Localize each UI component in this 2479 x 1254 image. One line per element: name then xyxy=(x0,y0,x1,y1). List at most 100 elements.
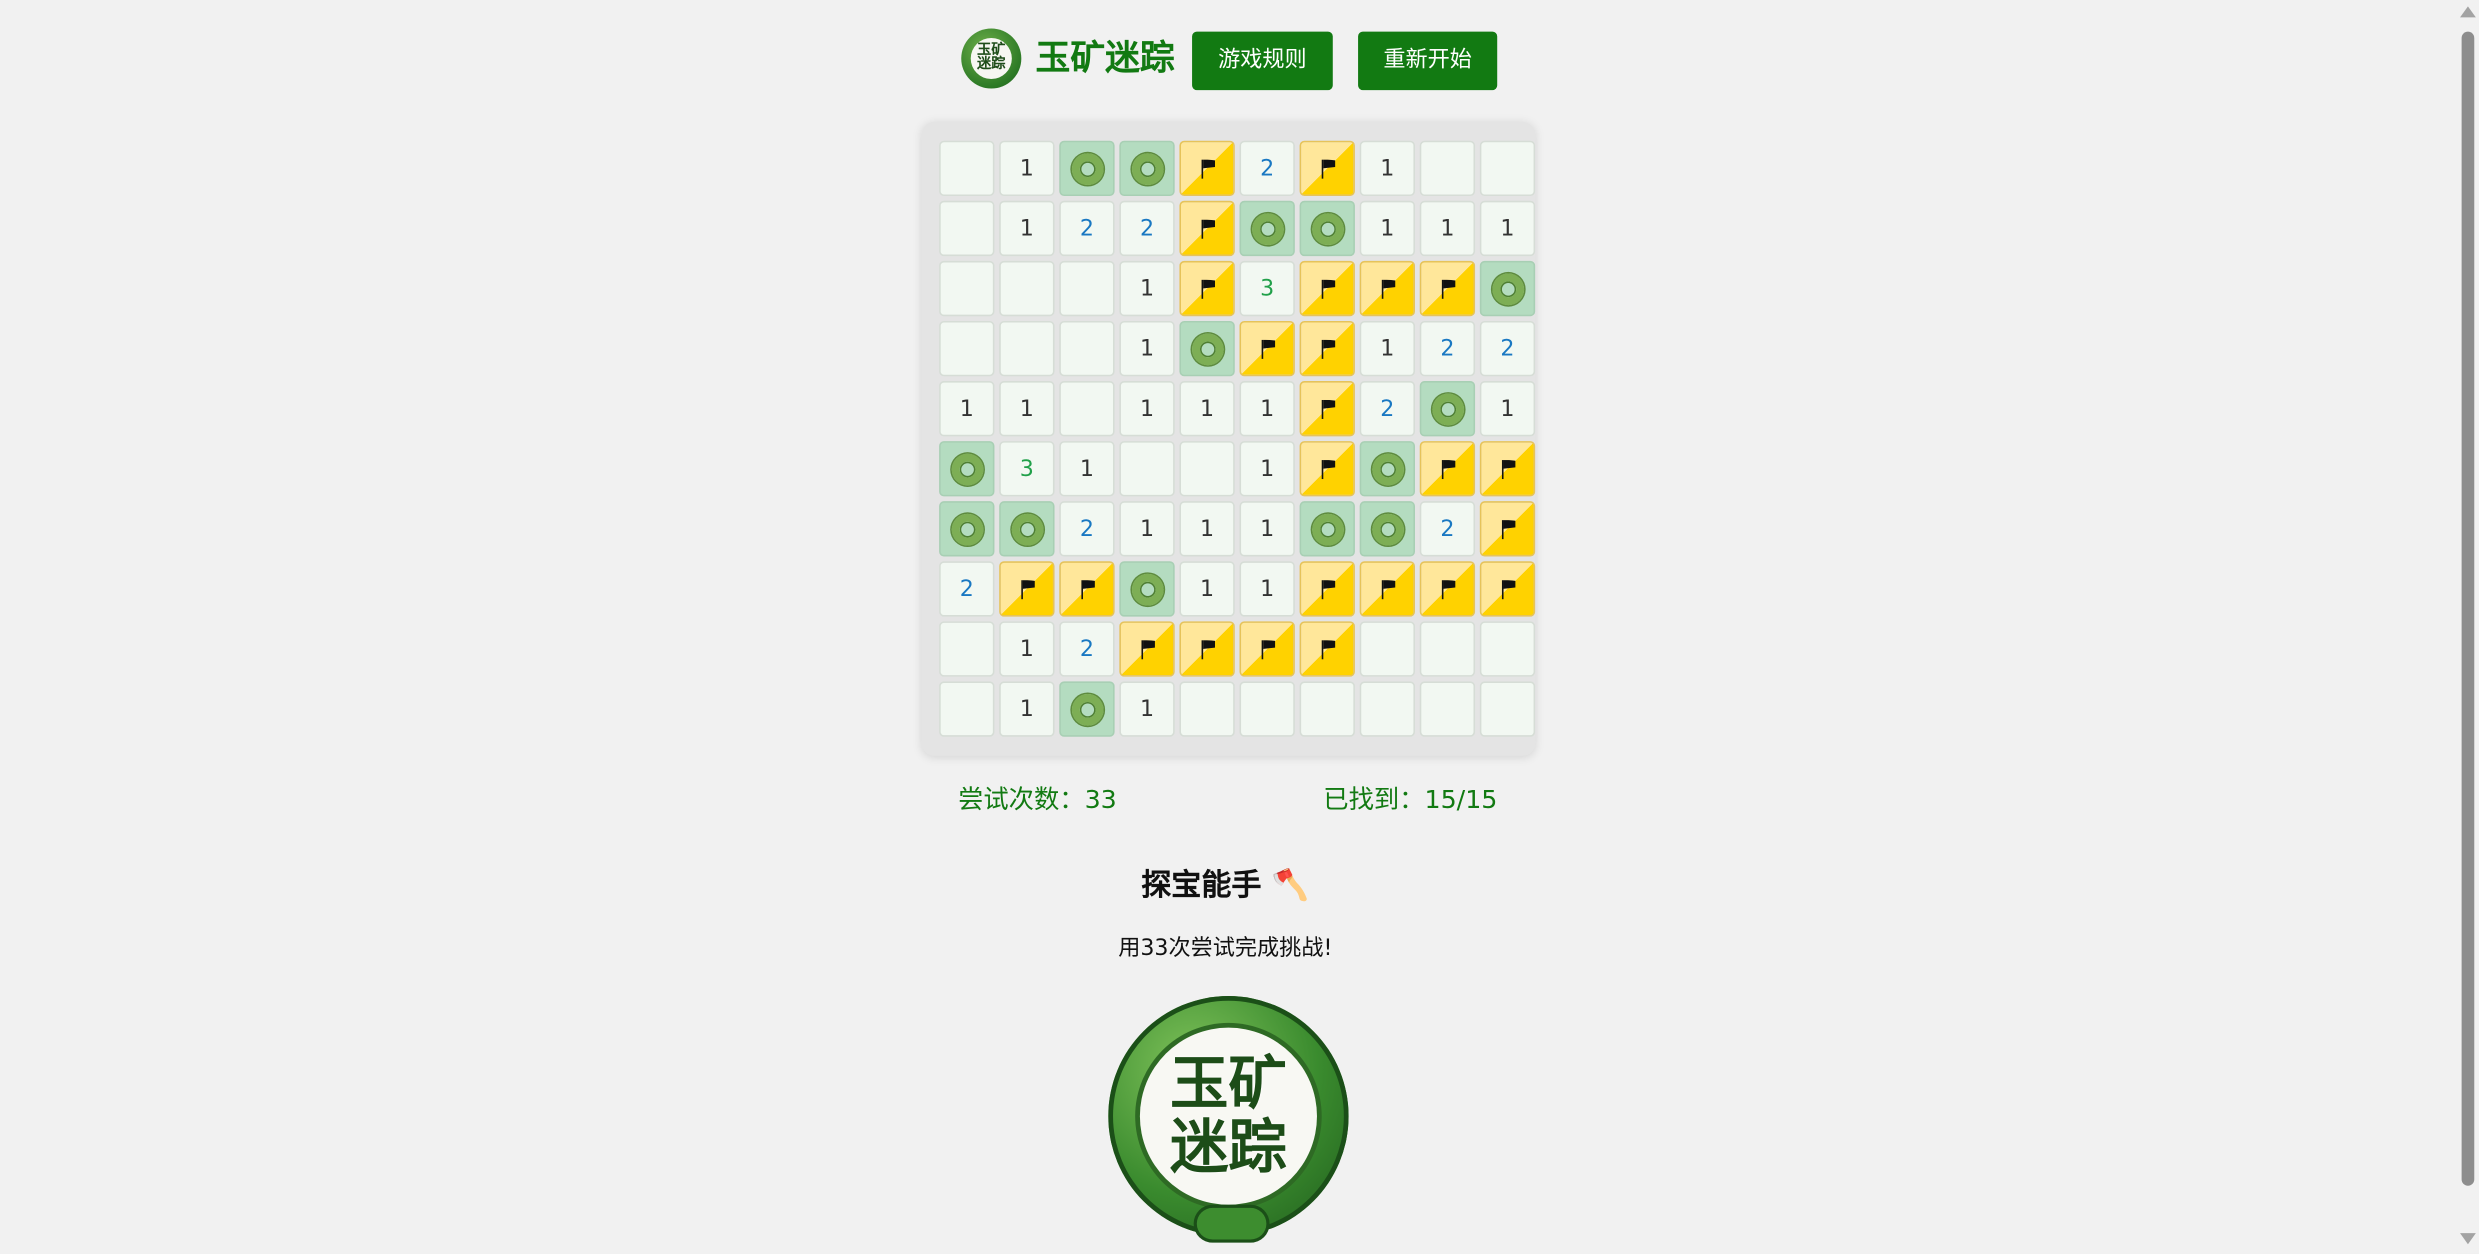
board-cell-flagged[interactable] xyxy=(1479,561,1536,617)
board-cell-flagged[interactable] xyxy=(1119,621,1175,677)
board-cell-jade[interactable] xyxy=(1059,140,1115,197)
board-cell-flagged[interactable] xyxy=(1179,200,1235,257)
board-cell-empty[interactable] xyxy=(1239,681,1295,737)
board-cell-flagged[interactable] xyxy=(1179,140,1235,197)
board-cell-number[interactable]: 1 xyxy=(1359,320,1415,377)
vertical-scrollbar[interactable] xyxy=(2455,0,2479,1254)
scroll-down-arrow-icon[interactable] xyxy=(2460,1233,2476,1245)
board-cell-jade[interactable] xyxy=(1059,681,1115,737)
board-cell-jade[interactable] xyxy=(1419,381,1476,437)
board-cell-number[interactable]: 1 xyxy=(1479,381,1536,437)
board-cell-number[interactable]: 2 xyxy=(1059,501,1115,557)
board-cell-number[interactable]: 1 xyxy=(1179,501,1235,557)
board-cell-jade[interactable] xyxy=(1359,441,1415,497)
board-cell-flagged[interactable] xyxy=(1239,621,1295,677)
board-cell-number[interactable]: 1 xyxy=(1239,441,1295,497)
board-cell-flagged[interactable] xyxy=(1179,260,1235,317)
board-cell-number[interactable]: 3 xyxy=(1239,260,1295,317)
board-cell-number[interactable]: 1 xyxy=(1179,561,1235,617)
scroll-up-arrow-icon[interactable] xyxy=(2460,6,2476,18)
board-cell-flagged[interactable] xyxy=(1479,441,1536,497)
board-cell-number[interactable]: 2 xyxy=(1059,200,1115,257)
board-cell-empty[interactable] xyxy=(1359,681,1415,737)
board-cell-number[interactable]: 1 xyxy=(1059,441,1115,497)
board-cell-jade[interactable] xyxy=(1239,200,1295,257)
board-cell-jade[interactable] xyxy=(1179,320,1235,377)
board-cell-empty[interactable] xyxy=(1419,681,1476,737)
board-cell-empty[interactable] xyxy=(1119,441,1175,497)
board-cell-flagged[interactable] xyxy=(999,561,1055,617)
board-cell-empty[interactable] xyxy=(939,681,995,737)
board-cell-empty[interactable] xyxy=(1479,140,1536,197)
board-cell-number[interactable]: 2 xyxy=(1239,140,1295,197)
board-cell-number[interactable]: 1 xyxy=(1479,200,1536,257)
board-cell-number[interactable]: 1 xyxy=(1119,501,1175,557)
board-cell-flagged[interactable] xyxy=(1299,320,1355,377)
board-cell-number[interactable]: 1 xyxy=(999,681,1055,737)
board-cell-empty[interactable] xyxy=(939,200,995,257)
board-cell-jade[interactable] xyxy=(1359,501,1415,557)
board-cell-number[interactable]: 2 xyxy=(1119,200,1175,257)
board-cell-flagged[interactable] xyxy=(1299,561,1355,617)
board-cell-empty[interactable] xyxy=(939,140,995,197)
board-cell-empty[interactable] xyxy=(1299,681,1355,737)
board-cell-flagged[interactable] xyxy=(1419,260,1476,317)
board-cell-empty[interactable] xyxy=(1179,441,1235,497)
board-cell-empty[interactable] xyxy=(1059,320,1115,377)
board-cell-number[interactable]: 1 xyxy=(999,140,1055,197)
board-cell-jade[interactable] xyxy=(999,501,1055,557)
board-cell-number[interactable]: 2 xyxy=(1419,501,1476,557)
board-cell-flagged[interactable] xyxy=(1479,501,1536,557)
board-cell-empty[interactable] xyxy=(939,320,995,377)
board-cell-empty[interactable] xyxy=(1479,681,1536,737)
board-cell-number[interactable]: 1 xyxy=(1419,200,1476,257)
board-cell-flagged[interactable] xyxy=(1299,441,1355,497)
board-cell-empty[interactable] xyxy=(1059,381,1115,437)
board-cell-number[interactable]: 1 xyxy=(1359,200,1415,257)
board-cell-jade[interactable] xyxy=(939,441,995,497)
board-cell-number[interactable]: 2 xyxy=(1419,320,1476,377)
board-cell-flagged[interactable] xyxy=(1299,260,1355,317)
board-cell-jade[interactable] xyxy=(1479,260,1536,317)
board-cell-number[interactable]: 1 xyxy=(999,621,1055,677)
board-cell-empty[interactable] xyxy=(1419,140,1476,197)
board-cell-number[interactable]: 1 xyxy=(1119,681,1175,737)
board-cell-jade[interactable] xyxy=(1119,561,1175,617)
board-cell-number[interactable]: 1 xyxy=(939,381,995,437)
board-cell-flagged[interactable] xyxy=(1059,561,1115,617)
board-cell-empty[interactable] xyxy=(1419,621,1476,677)
board-cell-flagged[interactable] xyxy=(1299,381,1355,437)
board-cell-jade[interactable] xyxy=(1299,200,1355,257)
board-cell-empty[interactable] xyxy=(1359,621,1415,677)
board-cell-number[interactable]: 1 xyxy=(1239,381,1295,437)
board-cell-flagged[interactable] xyxy=(1419,441,1476,497)
board-cell-number[interactable]: 2 xyxy=(1479,320,1536,377)
restart-button[interactable]: 重新开始 xyxy=(1358,31,1498,91)
board-cell-flagged[interactable] xyxy=(1359,260,1415,317)
board-cell-number[interactable]: 1 xyxy=(1119,381,1175,437)
board-cell-number[interactable]: 2 xyxy=(1359,381,1415,437)
board-cell-flagged[interactable] xyxy=(1419,561,1476,617)
scroll-thumb[interactable] xyxy=(2461,31,2475,1186)
board-cell-number[interactable]: 1 xyxy=(1179,381,1235,437)
board-cell-number[interactable]: 2 xyxy=(1059,621,1115,677)
board-cell-jade[interactable] xyxy=(939,501,995,557)
board-cell-empty[interactable] xyxy=(939,260,995,317)
board-cell-empty[interactable] xyxy=(999,260,1055,317)
board-cell-number[interactable]: 2 xyxy=(939,561,995,617)
board-cell-empty[interactable] xyxy=(1479,621,1536,677)
board-cell-empty[interactable] xyxy=(939,621,995,677)
board-cell-empty[interactable] xyxy=(999,320,1055,377)
board-cell-empty[interactable] xyxy=(1179,681,1235,737)
board-cell-number[interactable]: 1 xyxy=(999,200,1055,257)
board-cell-empty[interactable] xyxy=(1059,260,1115,317)
board-cell-number[interactable]: 1 xyxy=(1119,260,1175,317)
board-cell-number[interactable]: 1 xyxy=(999,381,1055,437)
board-cell-jade[interactable] xyxy=(1299,501,1355,557)
board-cell-flagged[interactable] xyxy=(1299,621,1355,677)
board-cell-flagged[interactable] xyxy=(1239,320,1295,377)
board-cell-flagged[interactable] xyxy=(1359,561,1415,617)
board-cell-flagged[interactable] xyxy=(1179,621,1235,677)
board-cell-number[interactable]: 1 xyxy=(1359,140,1415,197)
board-cell-number[interactable]: 1 xyxy=(1239,501,1295,557)
